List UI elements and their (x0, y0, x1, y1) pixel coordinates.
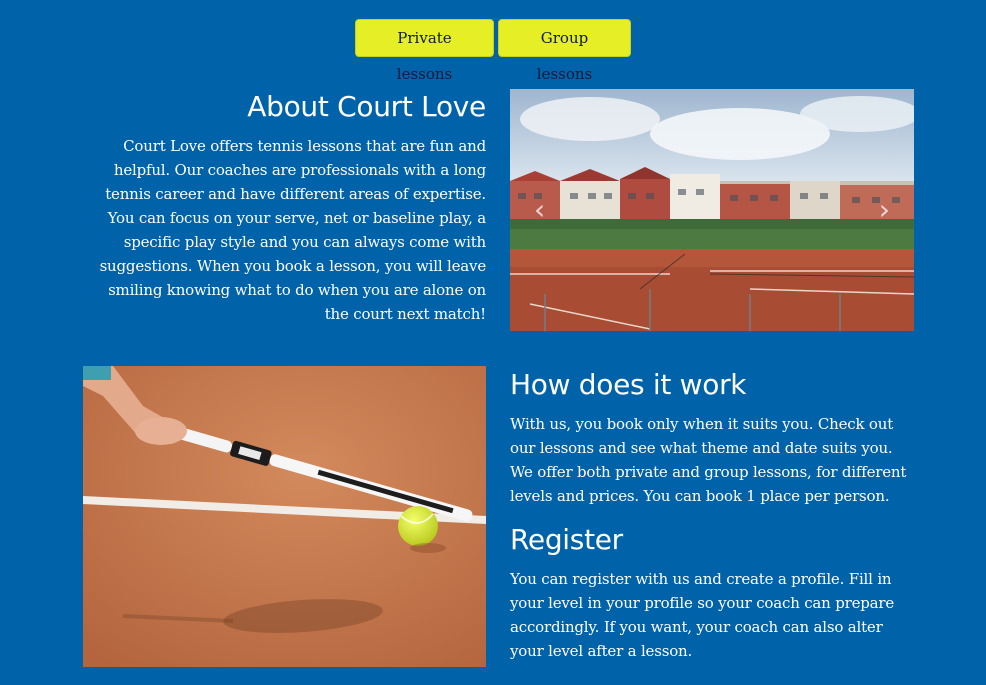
group-lessons-button[interactable]: Group lessons (498, 19, 631, 83)
how-title: How does it work (510, 368, 747, 401)
lesson-type-nav: Private lessons Group lessons (0, 19, 986, 83)
register-title: Register (510, 523, 623, 556)
about-body: Court Love offers tennis lessons that ar… (99, 137, 487, 323)
register-body: You can register with us and create a pr… (510, 570, 895, 660)
about-section: About Court Love Court Love offers tenni… (94, 88, 487, 326)
how-body: With us, you book only when it suits you… (510, 415, 907, 505)
how-it-works-section: How does it work With us, you book only … (510, 366, 915, 508)
tennis-club-image: ‹ › (510, 89, 914, 331)
tennis-club-photo (510, 89, 914, 331)
chevron-right-icon[interactable]: › (879, 196, 890, 224)
about-title: About Court Love (247, 90, 486, 123)
racket-and-ball-photo (83, 366, 486, 667)
racket-ball-image (83, 366, 486, 667)
private-lessons-button[interactable]: Private lessons (355, 19, 494, 83)
chevron-left-icon[interactable]: ‹ (534, 196, 545, 224)
register-section: Register You can register with us and cr… (510, 521, 915, 663)
